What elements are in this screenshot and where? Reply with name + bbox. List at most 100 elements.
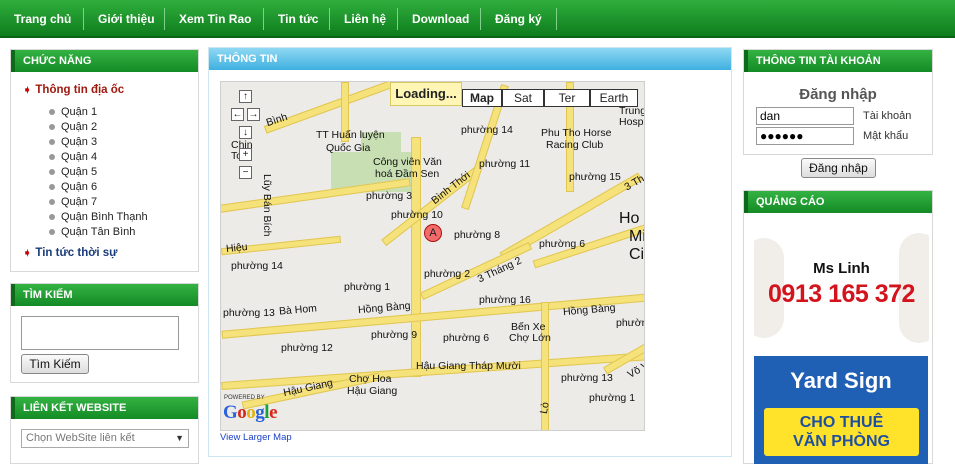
nav-divider <box>556 8 557 30</box>
map-ward-label: phường 1 <box>344 281 391 293</box>
map-loading-indicator: Loading... <box>390 82 462 106</box>
district-link[interactable]: Quận 2 <box>49 121 97 133</box>
district-label: Quận 2 <box>61 121 98 133</box>
powered-by-label: POWERED BY <box>224 395 265 401</box>
ad-banner-ms-linh[interactable]: Ms Linh 0913 165 372 <box>754 228 929 346</box>
page-edge <box>943 38 955 464</box>
map-ward-label: phường 1 <box>589 392 636 404</box>
account-panel: THÔNG TIN TÀI KHOẢN Đăng nhập Tài khoản … <box>743 49 933 155</box>
ads-title: QUẢNG CÁO <box>744 191 932 213</box>
search-input[interactable] <box>21 316 179 350</box>
dot-icon <box>49 184 55 191</box>
map-place-label: Chợ Hoa <box>349 373 392 385</box>
pan-down-icon[interactable]: ↓ <box>239 126 252 139</box>
dot-icon <box>49 214 55 221</box>
view-larger-map-link[interactable]: View Larger Map <box>220 432 292 443</box>
nav-download[interactable]: Download <box>398 0 483 38</box>
username-input[interactable] <box>756 107 854 125</box>
map-ward-label: phường 8 <box>454 229 501 241</box>
zoom-out-icon[interactable]: − <box>239 166 252 179</box>
pan-right-icon[interactable]: → <box>247 108 260 121</box>
map-street-label: 3 Th <box>622 172 645 194</box>
map-city-label: Ho <box>619 210 640 227</box>
district-link[interactable]: Quận 5 <box>49 166 97 178</box>
district-label: Quận 4 <box>61 151 98 163</box>
map-ward-label: phường 15 <box>569 171 621 183</box>
top-navigation: Trang chủ Giới thiệu Xem Tin Rao Tin tức… <box>0 0 955 38</box>
map-ward-label: phường 13 <box>561 372 613 384</box>
links-select-value: Chọn WebSite liên kết <box>26 432 135 444</box>
map-ward-label: phường 13 <box>616 317 644 329</box>
search-title: TÌM KIẾM <box>11 284 198 306</box>
dot-icon <box>49 124 55 131</box>
map-ward-label: phường 6 <box>443 332 490 344</box>
map-street-label: Tháp Mười <box>469 360 521 372</box>
district-link[interactable]: Quận 3 <box>49 136 97 148</box>
road <box>263 82 399 134</box>
map-type-map-button[interactable]: Map <box>462 89 502 107</box>
dot-icon <box>49 154 55 161</box>
ad-contact-name: Ms Linh <box>813 260 870 277</box>
search-panel: TÌM KIẾM Tìm Kiếm <box>10 283 199 383</box>
arrow-bullet-icon: ➧ <box>23 85 32 96</box>
password-label: Mật khẩu <box>863 130 909 142</box>
district-label: Quận 1 <box>61 106 98 118</box>
map-street-label: Lò <box>537 401 552 415</box>
nav-news[interactable]: Tin tức <box>264 0 332 38</box>
pan-up-icon[interactable]: ↑ <box>239 90 252 103</box>
info-title: THÔNG TIN <box>209 48 731 70</box>
district-label: Quận 5 <box>61 166 98 178</box>
map-ward-label: phường 11 <box>479 158 531 170</box>
pan-left-icon[interactable]: ← <box>231 108 244 121</box>
district-link[interactable]: Quận Bình Thạnh <box>49 211 148 223</box>
map-place-label: Chợ Lớn <box>509 332 551 344</box>
map-street-label: Hậu Giang <box>416 360 467 372</box>
ad-yard-line-2: CHO THUÊ <box>799 414 884 431</box>
district-label: Quận Tân Bình <box>61 226 136 238</box>
map-city-label: Ci <box>629 246 645 263</box>
map[interactable]: Bình TT Huấn luyện Quốc Gia Chin Tow phư… <box>220 81 645 431</box>
search-button[interactable]: Tìm Kiếm <box>21 354 89 374</box>
category-news[interactable]: ➧ Tin tức thời sự <box>23 247 118 259</box>
map-place-label: hoá Đầm Sen <box>375 168 440 180</box>
features-title: CHỨC NĂNG <box>11 50 198 72</box>
login-button[interactable]: Đăng nhập <box>801 158 876 178</box>
nav-home[interactable]: Trang chủ <box>0 0 85 38</box>
district-link[interactable]: Quận 4 <box>49 151 97 163</box>
district-label: Quận Bình Thạnh <box>61 211 148 223</box>
map-street-label: Bà Hom <box>278 302 318 318</box>
dot-icon <box>49 169 55 176</box>
map-type-sat-button[interactable]: Sat <box>502 89 544 107</box>
map-marker-icon[interactable]: A <box>424 224 442 242</box>
ad-phone-number: 0913 165 372 <box>768 280 915 308</box>
nav-listings[interactable]: Xem Tin Rao <box>165 0 265 38</box>
nav-contact[interactable]: Liên hệ <box>330 0 400 38</box>
map-ward-label: phường 14 <box>231 260 283 272</box>
map-type-ter-button[interactable]: Ter <box>544 89 590 107</box>
district-link[interactable]: Quận 6 <box>49 181 97 193</box>
links-panel: LIÊN KẾT WEBSITE Chọn WebSite liên kết ▼ <box>10 396 199 464</box>
map-city-label: Mi <box>629 228 645 245</box>
district-label: Quận 3 <box>61 136 98 148</box>
district-link[interactable]: Quận 7 <box>49 196 97 208</box>
nav-register[interactable]: Đăng ký <box>481 0 556 38</box>
map-ward-label: phường 3 <box>366 190 413 202</box>
account-title: THÔNG TIN TÀI KHOẢN <box>744 50 932 72</box>
ad-banner-yard-sign[interactable]: Yard Sign CHO THUÊ VĂN PHÒNG <box>754 356 928 464</box>
map-street-label: Võ V <box>625 359 645 381</box>
links-title: LIÊN KẾT WEBSITE <box>11 397 198 419</box>
dot-icon <box>49 229 55 236</box>
category-real-estate[interactable]: ➧ Thông tin địa ốc <box>23 84 124 96</box>
map-place-label: Phu Tho Horse <box>541 127 612 139</box>
google-logo: Google <box>223 402 277 423</box>
ad-yard-sign-title: Yard Sign <box>790 368 892 393</box>
zoom-in-icon[interactable]: + <box>239 148 252 161</box>
password-input[interactable] <box>756 127 854 145</box>
map-type-earth-button[interactable]: Earth <box>590 89 638 107</box>
map-place-label: TT Huấn luyện <box>316 129 385 141</box>
links-select[interactable]: Chọn WebSite liên kết ▼ <box>21 429 189 448</box>
map-street-label: Hồng Bàng <box>357 299 411 317</box>
district-link[interactable]: Quận Tân Bình <box>49 226 135 238</box>
district-link[interactable]: Quận 1 <box>49 106 97 118</box>
nav-about[interactable]: Giới thiệu <box>84 0 169 38</box>
